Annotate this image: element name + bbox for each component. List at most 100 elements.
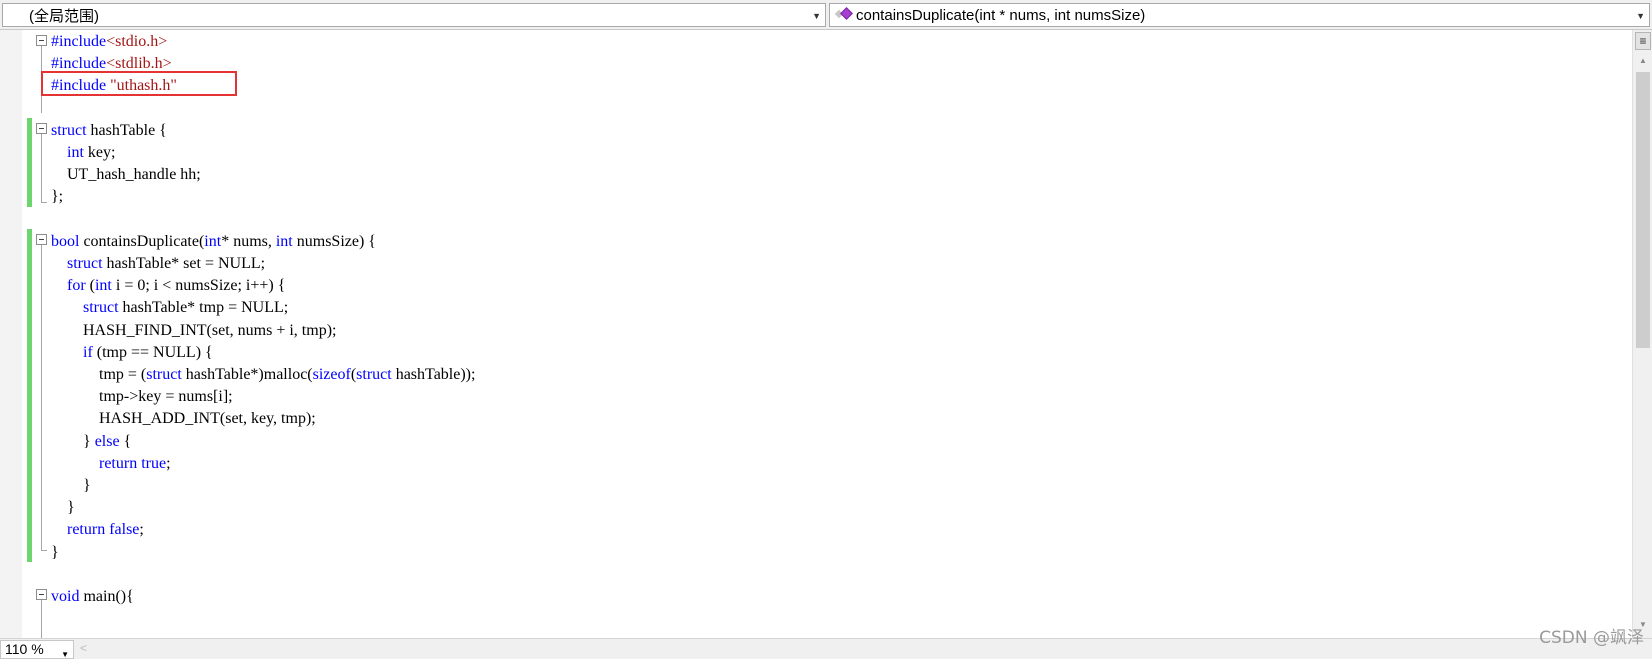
keyword-token: true [141, 454, 167, 472]
code-line[interactable]: return false; [51, 518, 144, 541]
code-token: ; [139, 521, 144, 539]
code-token: ( [85, 277, 95, 295]
outline-line [41, 600, 42, 638]
code-token: hashTable { [86, 121, 167, 139]
keyword-token: sizeof [312, 366, 351, 383]
code-line[interactable]: }; [51, 185, 63, 208]
chevron-down-icon[interactable]: ▼ [812, 11, 821, 21]
keyword-token: void [51, 588, 80, 605]
code-token: * nums, [221, 232, 276, 250]
code-line[interactable]: tmp->key = nums[i]; [51, 385, 233, 408]
code-line[interactable]: struct hashTable* set = NULL; [51, 252, 265, 275]
keyword-token: struct [356, 366, 392, 383]
code-line[interactable]: struct hashTable* tmp = NULL; [51, 296, 288, 319]
string-token: <stdio.h> [106, 33, 168, 50]
member-label: containsDuplicate(int * nums, int numsSi… [856, 6, 1146, 24]
scroll-thumb[interactable] [1636, 72, 1650, 348]
code-line[interactable]: HASH_FIND_INT(set, nums + i, tmp); [51, 319, 336, 342]
collapse-icon[interactable] [36, 35, 47, 46]
code-token: HASH_FIND_INT(set, nums + i, tmp); [51, 321, 337, 339]
string-token: <stdlib.h> [106, 55, 172, 73]
outline-line [41, 245, 42, 550]
code-token: } [51, 432, 95, 450]
code-token: hashTable* tmp = NULL; [118, 299, 289, 317]
code-line[interactable]: } [51, 541, 59, 564]
zoom-dropdown[interactable]: 110 % ▼ [0, 640, 74, 659]
scope-label: (全局范围) [29, 7, 99, 25]
keyword-token: struct [83, 299, 119, 317]
collapse-icon[interactable] [36, 589, 47, 600]
keyword-token: return [67, 521, 106, 539]
member-dropdown[interactable]: containsDuplicate(int * nums, int numsSi… [829, 3, 1650, 27]
code-token: }; [51, 188, 64, 206]
code-token: hashTable*)malloc( [181, 366, 313, 383]
code-line[interactable]: } [51, 496, 75, 519]
keyword-token: return [99, 454, 138, 472]
keyword-token: struct [67, 255, 103, 272]
code-token: { [119, 432, 132, 450]
scope-dropdown[interactable]: (全局范围) ▼ [2, 3, 826, 27]
code-line[interactable]: } [51, 474, 91, 497]
outline-end [41, 202, 47, 203]
code-token: tmp->key = nums[i]; [51, 388, 233, 406]
code-line[interactable]: return true; [51, 452, 171, 475]
code-token: i = 0; i < numsSize; i++) { [111, 277, 286, 295]
keyword-token: #include [51, 33, 107, 50]
code-token: (tmp == NULL) { [92, 343, 213, 361]
keyword-token: #include [51, 55, 107, 73]
indicator-margin [0, 30, 22, 638]
code-token: hashTable* set = NULL; [102, 255, 266, 272]
collapse-icon[interactable] [36, 234, 47, 245]
keyword-token: int [204, 232, 222, 250]
code-line[interactable]: UT_hash_handle hh; [51, 163, 201, 186]
keyword-token: else [94, 432, 120, 450]
watermark: CSDN @飒泽 [1539, 628, 1644, 648]
code-token: main(){ [79, 588, 134, 605]
chevron-down-icon[interactable]: ▼ [61, 646, 69, 659]
keyword-token: struct [146, 366, 182, 383]
code-line[interactable]: struct hashTable { [51, 119, 167, 142]
keyword-token: false [109, 521, 140, 539]
chevron-down-icon[interactable]: ▼ [1636, 11, 1645, 21]
code-line[interactable]: #include<stdio.h> [51, 30, 167, 53]
code-token: } [51, 477, 91, 494]
code-token: HASH_ADD_INT(set, key, tmp); [51, 410, 316, 428]
code-line[interactable]: bool containsDuplicate(int* nums, int nu… [51, 230, 376, 253]
code-line[interactable]: tmp = (struct hashTable*)malloc(sizeof(s… [51, 363, 475, 386]
code-line[interactable]: if (tmp == NULL) { [51, 341, 213, 364]
vertical-scrollbar[interactable]: ≡ ▲ ▼ [1632, 30, 1652, 638]
zoom-value: 110 % [5, 641, 44, 657]
code-line[interactable]: } else { [51, 430, 131, 453]
status-strip: 110 % ▼ < [0, 638, 1652, 659]
keyword-token: int [67, 144, 84, 161]
code-token: tmp = ( [51, 366, 147, 383]
code-token: } [51, 543, 59, 561]
scroll-left-icon[interactable]: < [80, 641, 87, 655]
collapse-icon[interactable] [36, 123, 47, 134]
code-line[interactable]: int key; [51, 141, 115, 164]
code-line[interactable]: void main(){ [51, 585, 134, 608]
keyword-token: int [275, 232, 293, 250]
code-token: hashTable)); [391, 366, 476, 383]
scroll-up-icon[interactable]: ▲ [1633, 56, 1652, 70]
code-token: ; [166, 454, 171, 472]
code-line[interactable]: HASH_ADD_INT(set, key, tmp); [51, 407, 316, 430]
change-bar [27, 229, 32, 562]
code-line[interactable]: for (int i = 0; i < numsSize; i++) { [51, 274, 285, 297]
highlight-box [41, 71, 237, 96]
keyword-token: bool [51, 232, 80, 250]
change-bar [27, 118, 32, 207]
outline-line [41, 134, 42, 202]
split-icon[interactable]: ≡ [1635, 32, 1651, 50]
code-token: numsSize) { [292, 232, 376, 250]
code-editor[interactable]: #include<stdio.h> #include<stdlib.h> #incl… [0, 30, 1632, 638]
code-token: key; [83, 144, 116, 161]
outline-end [41, 550, 47, 551]
